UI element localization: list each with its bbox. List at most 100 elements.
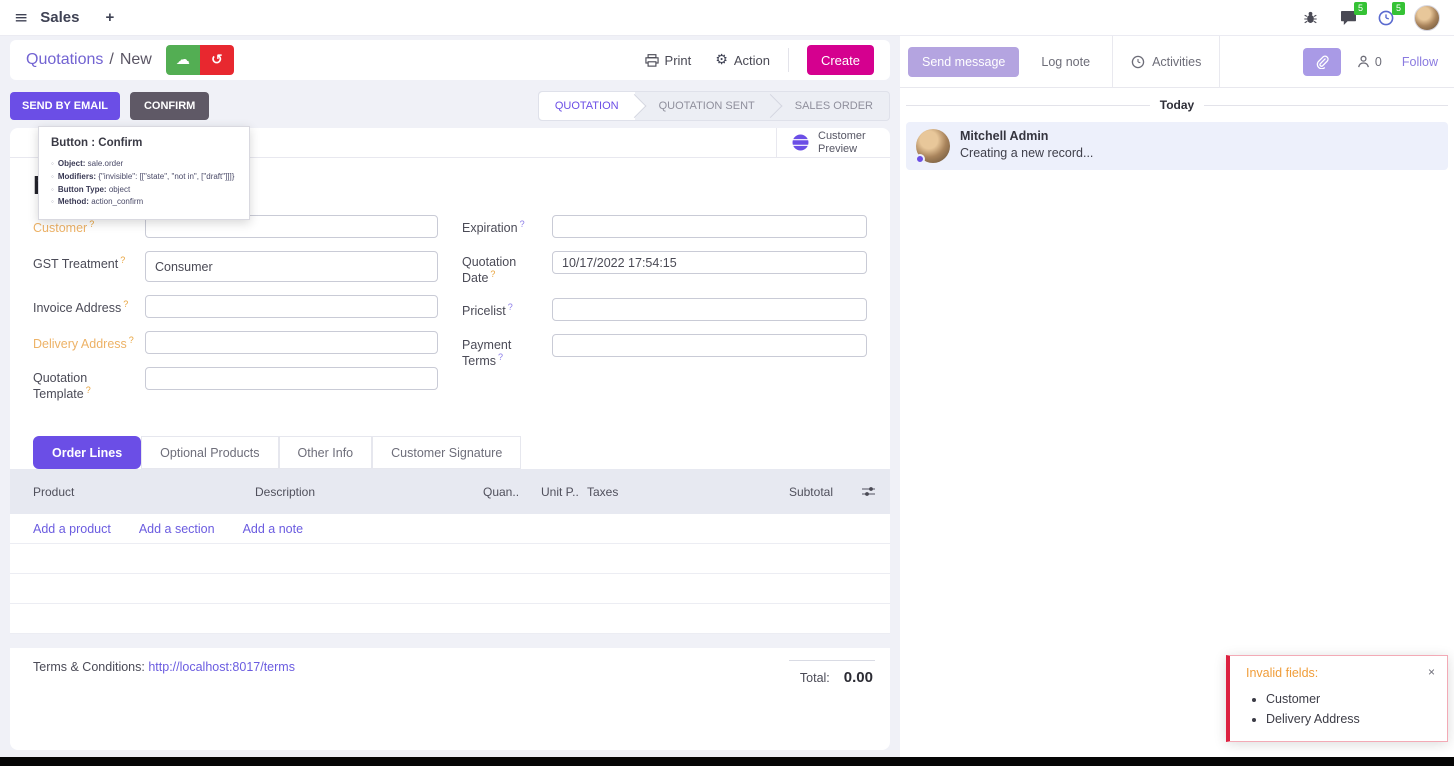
column-taxes[interactable]: Taxes (587, 485, 737, 499)
toast-title: Invalid fields: (1246, 666, 1318, 680)
add-a-note-link[interactable]: Add a note (243, 522, 303, 536)
tab-customer-signature[interactable]: Customer Signature (372, 436, 521, 469)
quotation-template-field[interactable] (145, 367, 438, 390)
expiration-field[interactable] (552, 215, 867, 238)
quotation-date-field[interactable] (552, 251, 867, 274)
follow-button[interactable]: Follow (1402, 55, 1438, 69)
field-column-right: Expiration? Quotation Date? Pricelist? P… (462, 215, 867, 414)
message-body: Creating a new record... (960, 146, 1093, 160)
save-record-button[interactable]: ☁ (166, 45, 200, 75)
column-product[interactable]: Product (33, 485, 255, 499)
app-name-sales[interactable]: Sales (40, 9, 79, 26)
column-unit-price[interactable]: Unit P.. (541, 485, 587, 499)
gst-treatment-field[interactable] (145, 251, 438, 282)
invalid-field-item: Delivery Address (1266, 710, 1435, 729)
new-tab-button[interactable]: + (105, 9, 114, 26)
totals-block: Total: 0.00 (789, 660, 875, 686)
cloud-save-icon: ☁ (176, 52, 190, 68)
expiration-label: Expiration? (462, 215, 552, 235)
add-a-product-link[interactable]: Add a product (33, 522, 111, 536)
debug-bug-icon[interactable] (1300, 8, 1320, 28)
field-grid: Customer? GST Treatment? Invoice Address… (10, 201, 890, 414)
attach-file-button[interactable] (1303, 48, 1341, 76)
customer-preview-label: Customer Preview (818, 130, 876, 155)
tooltip-title: Button : Confirm (51, 137, 237, 149)
column-quantity[interactable]: Quan.. (483, 485, 541, 499)
activities-label: Activities (1152, 55, 1201, 69)
online-status-dot (915, 154, 925, 164)
add-a-section-link[interactable]: Add a section (139, 522, 215, 536)
delivery-address-field[interactable] (145, 331, 438, 354)
pricelist-label: Pricelist? (462, 298, 552, 318)
tab-optional-products[interactable]: Optional Products (141, 436, 278, 469)
messages-icon[interactable]: 5 (1338, 8, 1358, 28)
step-quotation[interactable]: QUOTATION (539, 92, 635, 120)
top-navbar: ≡ Sales + 5 5 (0, 0, 1454, 36)
form-sheet: Customer Preview New Button : Confirm Ob… (10, 128, 890, 750)
gear-icon: ⚙ (715, 52, 728, 68)
help-icon: ? (129, 335, 134, 345)
followers-count: 0 (1375, 55, 1382, 69)
quotation-template-label: Quotation Template? (33, 367, 145, 401)
customer-preview-button[interactable]: Customer Preview (776, 128, 890, 157)
chatter-message: Mitchell Admin Creating a new record... (906, 122, 1448, 170)
invoice-address-label: Invoice Address? (33, 295, 145, 315)
payment-terms-field[interactable] (552, 334, 867, 357)
add-line-row: Add a product Add a section Add a note (10, 514, 890, 544)
print-label: Print (665, 53, 692, 68)
invalid-field-item: Customer (1266, 690, 1435, 709)
print-button[interactable]: Print (645, 53, 692, 68)
step-quotation-sent[interactable]: QUOTATION SENT (635, 92, 771, 120)
activities-button[interactable]: Activities (1112, 36, 1220, 88)
tab-order-lines[interactable]: Order Lines (33, 436, 141, 469)
help-icon: ? (498, 352, 503, 362)
control-panel: Quotations / New ☁ ↺ Print ⚙ Action Crea… (10, 40, 890, 80)
quotation-date-label: Quotation Date? (462, 251, 552, 285)
breadcrumb-separator: / (109, 51, 113, 69)
screen-bottom-bar (0, 757, 1454, 766)
message-author[interactable]: Mitchell Admin (960, 129, 1093, 143)
close-icon[interactable]: × (1428, 666, 1435, 678)
user-avatar[interactable] (1414, 5, 1440, 31)
clock-icon (1131, 55, 1145, 69)
tooltip-item: Object: sale.order (51, 158, 237, 171)
empty-row (10, 544, 890, 574)
total-label: Total: (800, 671, 830, 685)
followers-counter[interactable]: 0 (1357, 55, 1382, 69)
chatter-toolbar: Send message Log note Activities 0 Follo… (900, 36, 1454, 88)
help-icon: ? (120, 255, 125, 265)
discard-record-button[interactable]: ↺ (200, 45, 234, 75)
optional-columns-icon[interactable] (833, 486, 875, 497)
paperclip-icon (1315, 55, 1329, 69)
breadcrumb-quotations[interactable]: Quotations (26, 51, 103, 69)
confirm-button[interactable]: CONFIRM (130, 92, 209, 120)
log-note-button[interactable]: Log note (1041, 55, 1090, 69)
step-sales-order[interactable]: SALES ORDER (771, 92, 889, 120)
notebook-tabs: Order Lines Optional Products Other Info… (10, 414, 890, 469)
tab-other-info[interactable]: Other Info (279, 436, 373, 469)
column-description[interactable]: Description (255, 485, 483, 499)
messages-badge: 5 (1354, 2, 1367, 15)
invalid-fields-toast: Invalid fields: × Customer Delivery Addr… (1226, 655, 1448, 742)
activities-clock-icon[interactable]: 5 (1376, 8, 1396, 28)
send-by-email-button[interactable]: SEND BY EMAIL (10, 92, 120, 120)
action-button[interactable]: ⚙ Action (715, 52, 770, 68)
tooltip-item: Modifiers: {"invisible": [["state", "not… (51, 171, 237, 184)
tooltip-item: Method: action_confirm (51, 196, 237, 209)
column-subtotal[interactable]: Subtotal (763, 485, 833, 499)
help-icon: ? (86, 385, 91, 395)
help-icon: ? (123, 299, 128, 309)
payment-terms-label: Payment Terms? (462, 334, 552, 368)
pricelist-field[interactable] (552, 298, 867, 321)
terms-link[interactable]: http://localhost:8017/terms (148, 660, 295, 674)
delivery-address-label: Delivery Address? (33, 331, 145, 351)
main-panel: Quotations / New ☁ ↺ Print ⚙ Action Crea… (10, 40, 890, 750)
divider (788, 48, 789, 72)
breadcrumb-current: New (120, 51, 152, 69)
apps-menu-icon[interactable]: ≡ (14, 8, 28, 28)
invoice-address-field[interactable] (145, 295, 438, 318)
debug-tooltip: Button : Confirm Object: sale.order Modi… (38, 126, 250, 220)
send-message-button[interactable]: Send message (908, 47, 1019, 77)
empty-row (10, 604, 890, 634)
create-button[interactable]: Create (807, 45, 874, 75)
